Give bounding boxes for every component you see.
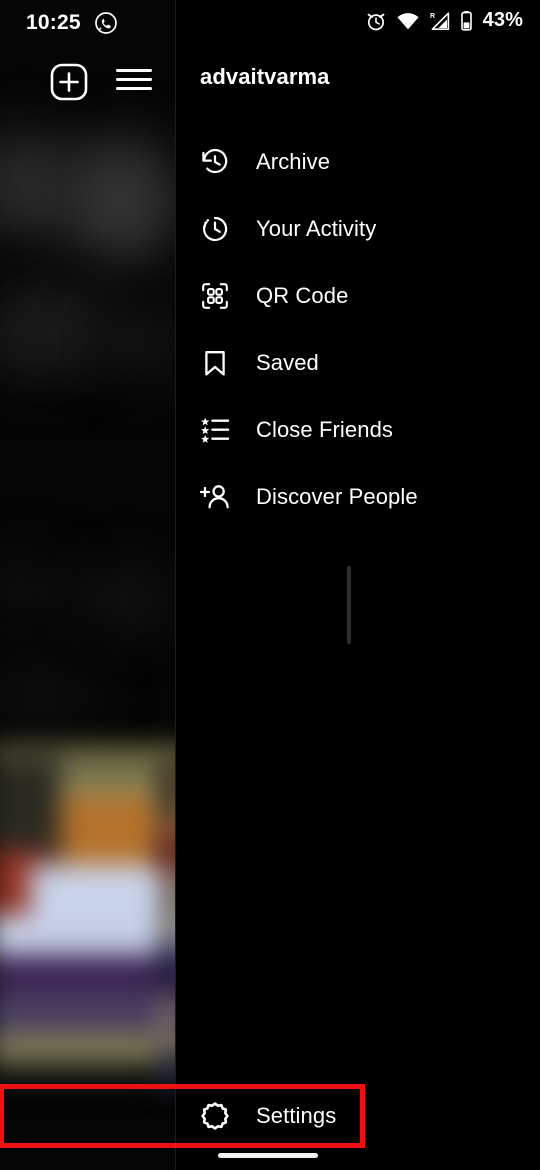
status-bar: 10:25 R 43% xyxy=(0,0,540,46)
battery-percentage: 43% xyxy=(482,9,523,31)
menu-item-label: Saved xyxy=(256,349,319,375)
menu-item-discover-people[interactable]: Discover People xyxy=(176,463,540,530)
menu-item-label: Your Activity xyxy=(256,215,377,241)
status-bar-right: R 43% xyxy=(365,9,523,32)
whatsapp-icon xyxy=(94,11,118,35)
alarm-clock-icon xyxy=(365,10,387,32)
settings-label: Settings xyxy=(256,1103,337,1128)
cellular-signal-icon: R xyxy=(429,11,451,31)
profile-top-bar xyxy=(0,46,175,118)
menu-item-your-activity[interactable]: Your Activity xyxy=(176,195,540,262)
gear-icon xyxy=(200,1101,230,1131)
menu-item-label: Close Friends xyxy=(256,416,394,442)
drawer-menu-list: Archive Your Activity QR Code Saved Clos… xyxy=(176,128,540,530)
drawer-username[interactable]: advaitvarma xyxy=(200,64,330,90)
status-clock: 10:25 xyxy=(26,11,81,34)
blurred-background xyxy=(0,0,180,1170)
add-post-icon xyxy=(50,63,88,101)
svg-text:R: R xyxy=(430,13,435,20)
blurred-photo-grid xyxy=(0,745,180,1083)
phone-screen: advaitvarma Archive Your Activity QR Cod… xyxy=(0,0,540,1170)
status-bar-left: 10:25 xyxy=(26,8,118,38)
menu-item-archive[interactable]: Archive xyxy=(176,128,540,195)
star-list-icon xyxy=(200,415,230,445)
side-drawer: advaitvarma Archive Your Activity QR Cod… xyxy=(175,0,540,1170)
hamburger-menu-button[interactable] xyxy=(116,67,152,95)
menu-item-saved[interactable]: Saved xyxy=(176,329,540,396)
hamburger-line xyxy=(116,69,152,72)
menu-item-label: QR Code xyxy=(256,282,349,308)
home-indicator xyxy=(218,1153,318,1158)
menu-item-settings[interactable]: Settings xyxy=(176,1088,540,1144)
menu-item-close-friends[interactable]: Close Friends xyxy=(176,396,540,463)
menu-item-label: Archive xyxy=(256,148,331,174)
menu-item-label: Discover People xyxy=(256,483,418,509)
hamburger-line xyxy=(116,78,152,81)
hamburger-line xyxy=(116,87,152,90)
archive-clock-icon xyxy=(200,147,230,177)
menu-item-qr-code[interactable]: QR Code xyxy=(176,262,540,329)
qr-code-icon xyxy=(200,281,230,311)
wifi-icon xyxy=(396,11,420,31)
person-add-icon xyxy=(200,482,230,512)
activity-clock-icon xyxy=(200,214,230,244)
battery-icon xyxy=(460,10,473,32)
bookmark-icon xyxy=(200,348,230,378)
drawer-scrollbar[interactable] xyxy=(347,566,351,644)
add-post-button[interactable] xyxy=(50,63,88,106)
